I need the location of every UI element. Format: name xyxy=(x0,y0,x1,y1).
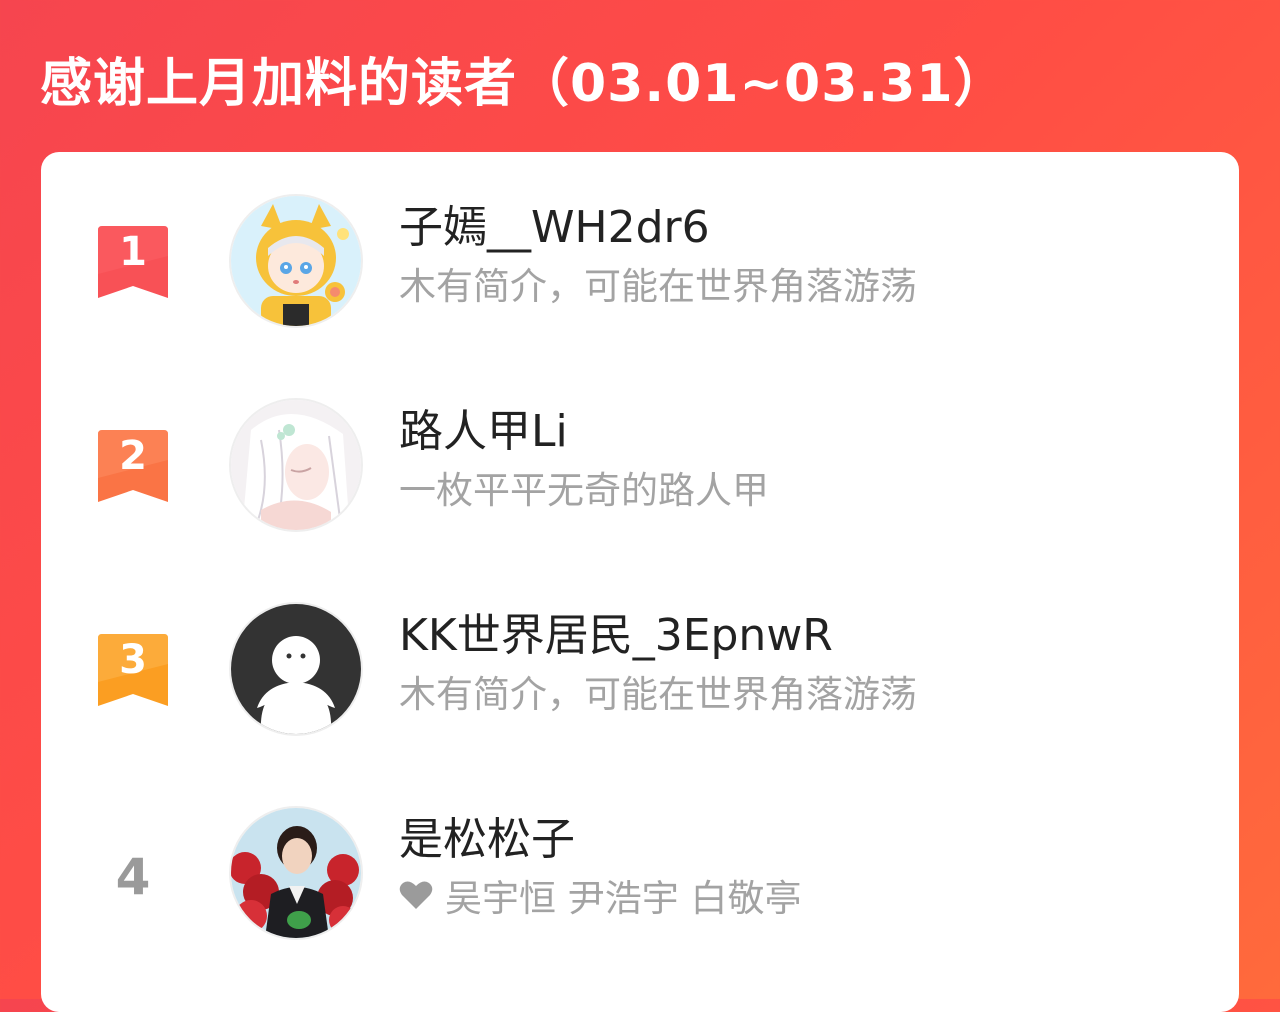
avatar[interactable] xyxy=(229,602,363,736)
reader-list-panel: 1 子嫣__WH2dr6 木有简介，可能在世界角落游荡 2 路人甲Li 一枚平平… xyxy=(41,152,1239,1012)
reader-name[interactable]: 子嫣__WH2dr6 xyxy=(399,200,710,256)
list-item[interactable]: 2 路人甲Li 一枚平平无奇的路人甲 xyxy=(41,398,1239,538)
page-title: 感谢上月加料的读者（03.01~03.31） xyxy=(40,54,1007,114)
reader-bio: 吴宇恒 尹浩宇 白敬亭 xyxy=(399,874,802,924)
list-item[interactable]: 3 KK世界居民_3EpnwR 木有简介，可能在世界角落游荡 xyxy=(41,602,1239,742)
heart-icon xyxy=(399,873,433,923)
reader-bio: 一枚平平无奇的路人甲 xyxy=(399,469,769,512)
white-hair-anime-avatar xyxy=(231,400,361,530)
avatar[interactable] xyxy=(229,806,363,940)
rank-badge-2: 2 xyxy=(98,430,168,502)
reader-name[interactable]: 是松松子 xyxy=(399,812,575,868)
avatar[interactable] xyxy=(229,194,363,328)
rank-badge-3: 3 xyxy=(98,634,168,706)
list-item[interactable]: 1 子嫣__WH2dr6 木有简介，可能在世界角落游荡 xyxy=(41,194,1239,334)
rank-number: 4 xyxy=(115,848,151,906)
rank-number: 3 xyxy=(119,637,147,683)
reader-bio-text: 吴宇恒 尹浩宇 白敬亭 xyxy=(445,877,802,920)
cat-hood-girl-avatar xyxy=(231,196,361,326)
rank-number: 2 xyxy=(119,433,147,479)
reader-name[interactable]: 路人甲Li xyxy=(399,404,568,460)
list-item[interactable]: 4 是松松子 吴宇恒 尹浩宇 白敬亭 xyxy=(41,806,1239,946)
reader-bio: 木有简介，可能在世界角落游荡 xyxy=(399,673,917,716)
rank-number: 1 xyxy=(119,229,147,275)
photo-person-avatar xyxy=(231,808,361,938)
default-ghost-avatar xyxy=(231,604,361,734)
reader-bio: 木有简介，可能在世界角落游荡 xyxy=(399,265,917,308)
avatar[interactable] xyxy=(229,398,363,532)
reader-name[interactable]: KK世界居民_3EpnwR xyxy=(399,608,833,664)
rank-badge-1: 1 xyxy=(98,226,168,298)
